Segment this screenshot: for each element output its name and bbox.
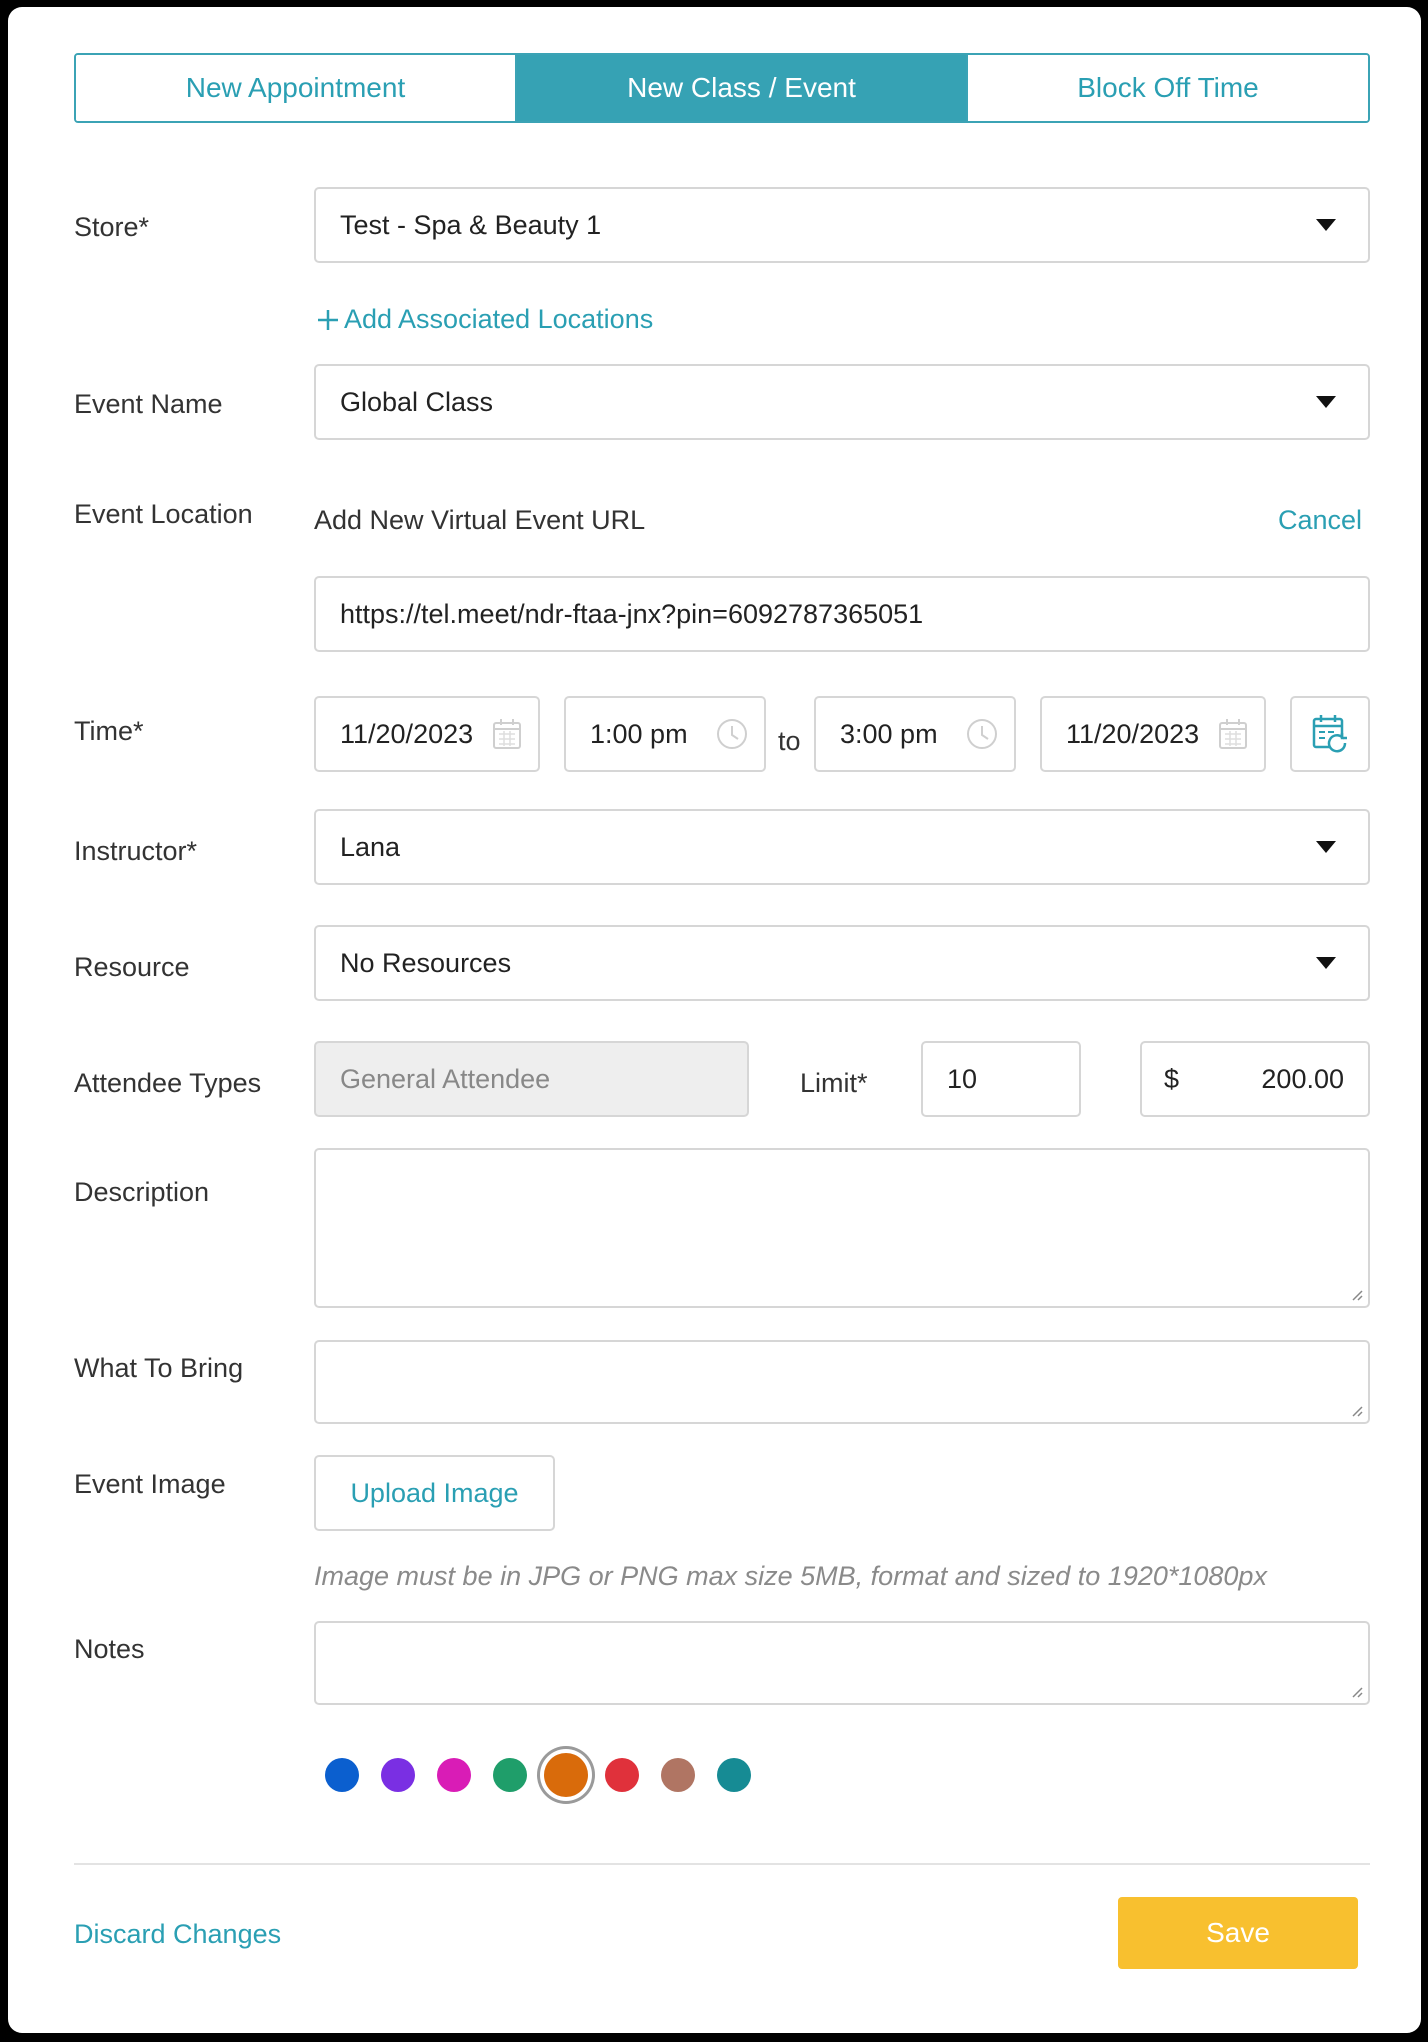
clock-icon xyxy=(967,719,997,749)
start-date-value: 11/20/2023 xyxy=(340,718,474,749)
plus-icon xyxy=(318,309,338,330)
chevron-down-icon xyxy=(1316,957,1336,969)
time-label: Time* xyxy=(74,716,144,746)
store-value: Test - Spa & Beauty 1 xyxy=(340,209,602,240)
attendee-types-label: Attendee Types xyxy=(74,1068,262,1098)
instructor-value: Lana xyxy=(340,831,401,862)
event-name-select[interactable]: Global Class xyxy=(314,364,1370,440)
store-label: Store* xyxy=(74,212,150,242)
tab-new-class-event[interactable]: New Class / Event xyxy=(517,55,968,121)
start-time-value: 1:00 pm xyxy=(590,718,688,749)
tab-block-off-time[interactable]: Block Off Time xyxy=(968,55,1368,121)
calendar-icon xyxy=(1219,719,1247,749)
event-name-value: Global Class xyxy=(340,386,494,417)
resize-handle-icon[interactable] xyxy=(1349,1403,1363,1417)
limit-input[interactable]: 10 xyxy=(921,1041,1081,1117)
event-location-label: Event Location xyxy=(74,499,253,529)
currency-symbol: $ xyxy=(1164,1063,1180,1094)
add-associated-locations-link[interactable]: Add Associated Locations xyxy=(316,304,653,335)
limit-label: Limit* xyxy=(800,1068,868,1098)
chevron-down-icon xyxy=(1316,396,1336,408)
end-date-value: 11/20/2023 xyxy=(1066,718,1200,749)
image-requirements-hint: Image must be in JPG or PNG max size 5MB… xyxy=(314,1561,1267,1591)
price-value: 200.00 xyxy=(1261,1063,1344,1094)
resource-label: Resource xyxy=(74,952,190,982)
chevron-down-icon xyxy=(1316,841,1336,853)
instructor-label: Instructor* xyxy=(74,836,198,866)
color-swatch[interactable] xyxy=(544,1753,588,1797)
virtual-url-sublabel: Add New Virtual Event URL xyxy=(314,505,646,535)
color-swatch[interactable] xyxy=(717,1758,751,1792)
start-date-input[interactable]: 11/20/2023 xyxy=(314,696,540,772)
notes-textarea[interactable] xyxy=(314,1621,1370,1705)
clock-icon xyxy=(717,719,747,749)
chevron-down-icon xyxy=(1316,219,1336,231)
end-date-input[interactable]: 11/20/2023 xyxy=(1040,696,1266,772)
notes-label: Notes xyxy=(74,1634,145,1664)
resource-select[interactable]: No Resources xyxy=(314,925,1370,1001)
resize-handle-icon[interactable] xyxy=(1349,1684,1363,1698)
resource-value: No Resources xyxy=(340,947,512,978)
event-image-label: Event Image xyxy=(74,1469,226,1499)
mode-tabs: New Appointment New Class / Event Block … xyxy=(74,53,1370,123)
to-label: to xyxy=(778,726,801,756)
calendar-icon xyxy=(493,719,521,749)
recurring-schedule-button[interactable] xyxy=(1290,696,1370,772)
event-name-label: Event Name xyxy=(74,389,223,419)
end-time-input[interactable]: 3:00 pm xyxy=(814,696,1016,772)
limit-value: 10 xyxy=(947,1063,978,1094)
end-time-value: 3:00 pm xyxy=(840,718,938,749)
virtual-event-url-value: https://tel.meet/ndr-ftaa-jnx?pin=609278… xyxy=(340,598,924,629)
instructor-select[interactable]: Lana xyxy=(314,809,1370,885)
color-swatch[interactable] xyxy=(325,1758,359,1792)
color-swatch[interactable] xyxy=(493,1758,527,1792)
color-swatch[interactable] xyxy=(661,1758,695,1792)
calendar-repeat-icon xyxy=(1312,715,1347,753)
attendee-type-field: General Attendee xyxy=(314,1041,749,1117)
footer-divider xyxy=(74,1863,1370,1865)
what-to-bring-textarea[interactable] xyxy=(314,1340,1370,1424)
attendee-type-value: General Attendee xyxy=(340,1063,551,1094)
save-button[interactable]: Save xyxy=(1118,1897,1358,1969)
discard-changes-link[interactable]: Discard Changes xyxy=(74,1919,281,1950)
store-select[interactable]: Test - Spa & Beauty 1 xyxy=(314,187,1370,263)
add-associated-locations-label: Add Associated Locations xyxy=(344,304,654,334)
description-textarea[interactable] xyxy=(314,1148,1370,1308)
resize-handle-icon[interactable] xyxy=(1349,1287,1363,1301)
what-to-bring-label: What To Bring xyxy=(74,1353,244,1383)
color-swatch[interactable] xyxy=(381,1758,415,1792)
cancel-link[interactable]: Cancel xyxy=(1278,505,1362,536)
tab-new-appointment[interactable]: New Appointment xyxy=(76,55,517,121)
start-time-input[interactable]: 1:00 pm xyxy=(564,696,766,772)
upload-image-button[interactable]: Upload Image xyxy=(314,1455,555,1531)
event-form-panel: New Appointment New Class / Event Block … xyxy=(8,7,1421,2033)
color-swatch[interactable] xyxy=(437,1758,471,1792)
color-swatch[interactable] xyxy=(605,1758,639,1792)
price-input[interactable]: $ 200.00 xyxy=(1140,1041,1370,1117)
description-label: Description xyxy=(74,1177,210,1207)
virtual-event-url-input[interactable]: https://tel.meet/ndr-ftaa-jnx?pin=609278… xyxy=(314,576,1370,652)
